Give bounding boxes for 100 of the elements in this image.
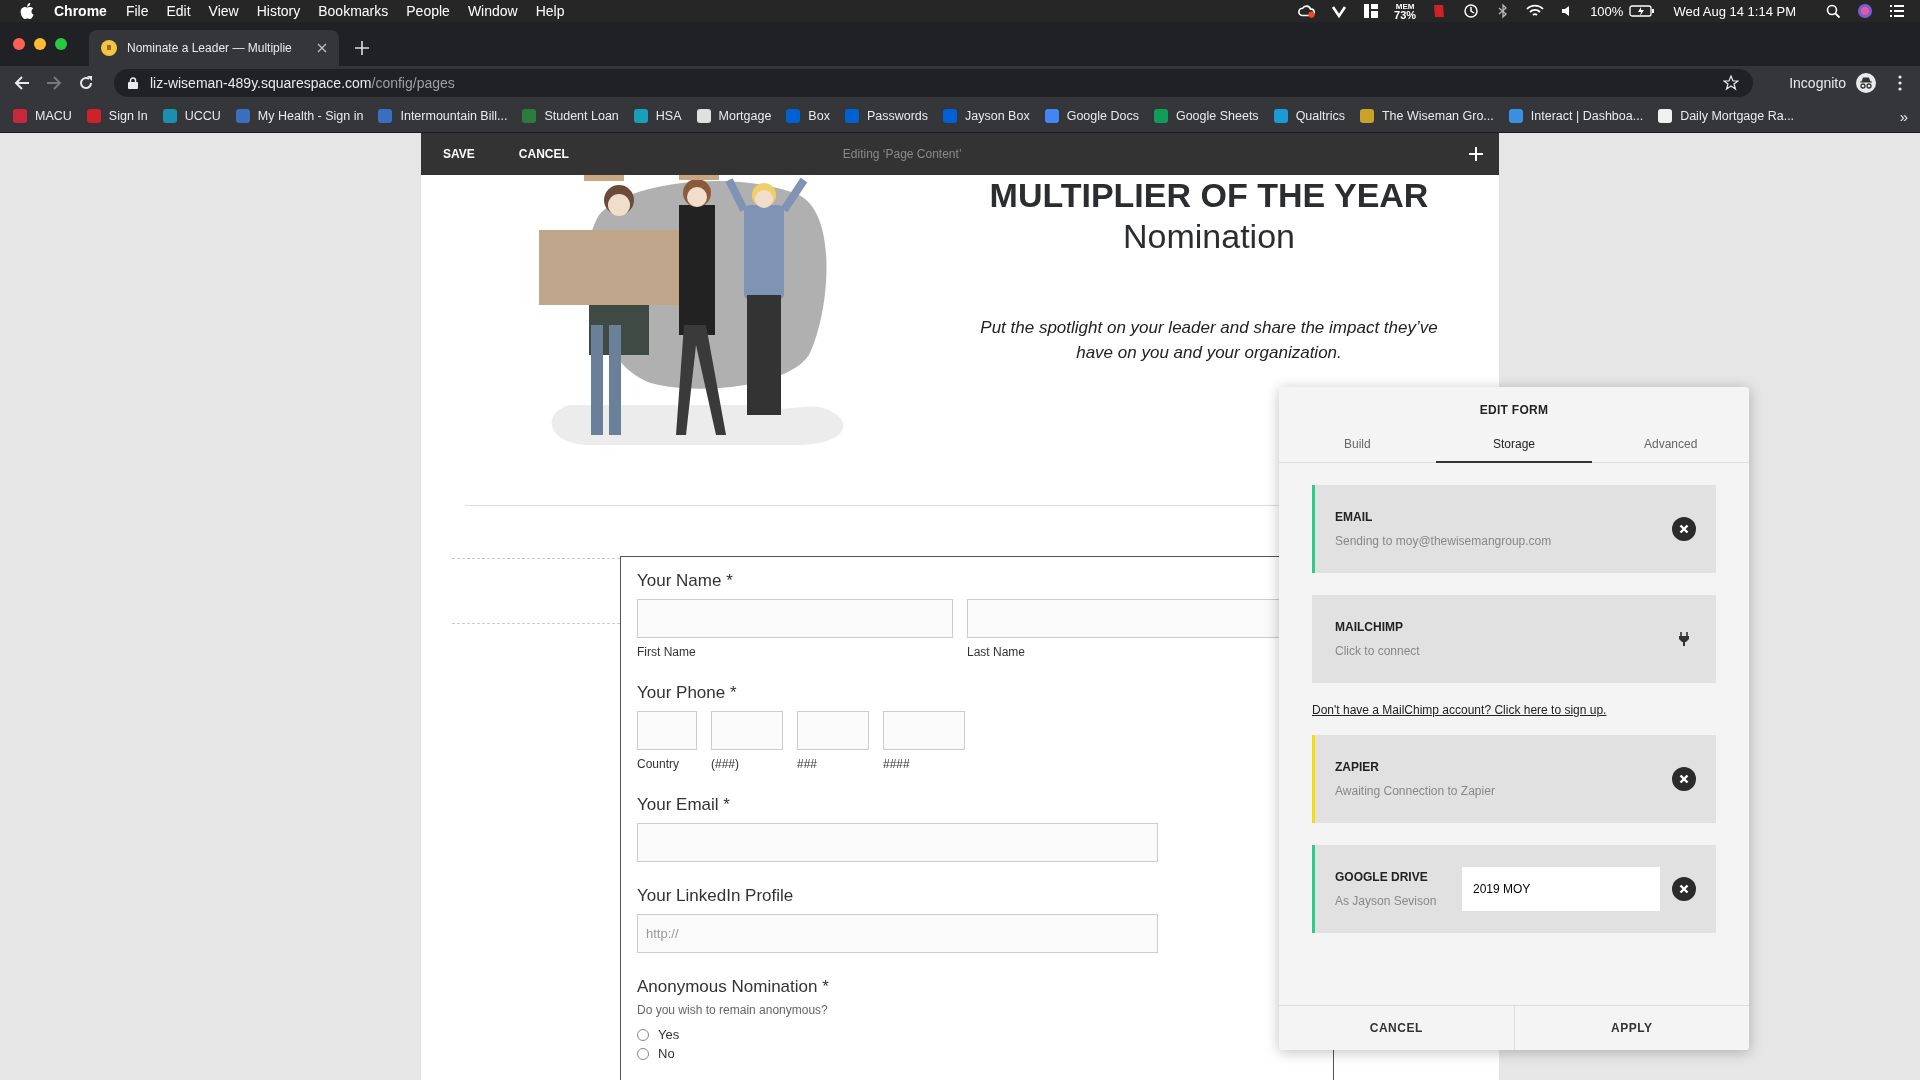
field-label: Anonymous Nomination * [637,977,830,997]
more-icon[interactable] [1898,75,1902,91]
close-icon[interactable] [317,43,327,53]
profile-label[interactable]: Incognito [1789,75,1846,91]
input-field[interactable] [637,711,697,750]
url-text: liz-wiseman-489y.squarespace.com/config/pages [150,75,455,91]
incognito-icon[interactable] [1856,73,1876,93]
service-detail: Sending to moy@thewisemangroup.com [1335,534,1553,548]
input-field[interactable] [711,711,783,750]
sheet-name-field[interactable]: 2019 MOY [1462,867,1660,911]
bookmark[interactable]: Sign In [85,108,148,124]
panel-tab[interactable]: Build [1279,429,1436,463]
cloud-icon[interactable] [1298,3,1317,19]
siri-icon[interactable] [1856,3,1874,19]
bookmark[interactable]: Student Loan [521,108,619,124]
bookmark[interactable]: Google Docs [1043,108,1139,124]
storage-card[interactable]: EMAIL Sending to moy@thewisemangroup.com [1312,485,1716,573]
editor-title: Editing ‘Page Content’ [842,147,962,161]
wifi-icon[interactable] [1526,3,1545,19]
search-icon[interactable] [1824,3,1842,19]
battery-icon[interactable] [1629,3,1656,19]
page-title: MULTIPLIER OF THE YEAR [989,175,1429,216]
bookmark[interactable]: Google Sheets [1152,108,1259,124]
close-window-icon[interactable] [13,38,25,50]
tagline: Put the spotlight on your leader and share the impact they’ve have on you and your organization. [979,316,1439,364]
browser-tab[interactable]: Nominate a Leader — Multiplie [89,30,339,66]
input-field[interactable] [637,823,1158,862]
page-subtitle: Nomination [1123,215,1295,257]
plus-icon[interactable] [1469,147,1483,161]
storage-card[interactable]: MAILCHIMP Click to connect [1312,595,1716,683]
bookmark[interactable]: Interact | Dashboa... [1507,108,1644,124]
input-field[interactable] [637,599,953,638]
panel-title: EDIT FORM [1478,403,1550,417]
input-field[interactable] [883,711,965,750]
storage-card[interactable]: GOOGLE DRIVE As Jayson Sevison 2019 MOY [1312,845,1716,933]
grid-icon[interactable] [1362,3,1381,19]
memory-indicator[interactable]: MEM 73% [1394,2,1417,20]
bookmark[interactable]: The Wiseman Gro... [1358,108,1494,124]
remove-icon[interactable] [1672,517,1696,541]
tab-title: Nominate a Leader — Multiplie [127,41,293,55]
sub-label: ### [797,757,819,771]
service-name: ZAPIER [1335,760,1380,774]
menu-item[interactable]: View [208,3,239,19]
forward-icon[interactable] [46,75,62,91]
clock[interactable]: Wed Aug 14 1:14 PM [1673,3,1796,19]
field-label: Your Name * [637,571,734,591]
address-bar[interactable]: liz-wiseman-489y.squarespace.com/config/pages [114,69,1754,97]
apply-button[interactable]: APPLY [1513,1006,1749,1050]
sub-label: (###) [711,757,740,771]
service-detail: Awaiting Connection to Zapier [1335,784,1496,798]
star-icon[interactable] [1723,75,1740,91]
sub-label: #### [883,757,911,771]
plug-icon[interactable] [1679,632,1689,646]
panel-tab[interactable]: Storage [1435,429,1593,463]
bookmark[interactable]: MACU [12,108,72,124]
bookmark[interactable]: Daily Mortgage Ra... [1657,108,1795,124]
bookmark[interactable]: Box [785,108,830,124]
menu-item[interactable]: File [125,3,149,19]
menu-item[interactable]: People [406,3,450,19]
panel-tab[interactable]: Advanced [1592,429,1749,463]
apple-icon[interactable] [20,3,34,19]
input-field[interactable]: http:// [637,914,1158,953]
field-label: Your Email * [637,795,731,815]
field-label: Your Phone * [637,683,738,703]
reload-icon[interactable] [78,75,94,91]
storage-card[interactable]: ZAPIER Awaiting Connection to Zapier [1312,735,1716,823]
service-detail: Click to connect [1335,644,1421,658]
input-field[interactable] [797,711,869,750]
remove-icon[interactable] [1672,877,1696,901]
menu-item[interactable]: Help [535,3,565,19]
app-menu[interactable]: Chrome [54,3,107,19]
bookmark[interactable]: Intermountain Bill... [377,108,508,124]
bookmark[interactable]: Jayson Box [942,108,1030,124]
new-tab-icon[interactable] [355,41,369,55]
bookmark[interactable]: Mortgage [695,108,772,124]
bookmark[interactable]: HSA [632,108,682,124]
bookmark[interactable]: My Health - Sign in [234,108,364,124]
service-name: MAILCHIMP [1335,620,1404,634]
more-bookmarks-button[interactable]: » [1899,107,1908,125]
menu-item[interactable]: Edit [166,3,191,19]
menu-item[interactable]: Window [467,3,518,19]
sub-label: Country [637,757,681,771]
battery-percent: 100% [1590,3,1624,19]
back-icon[interactable] [14,75,30,91]
signup-link[interactable]: Don't have a MailChimp account? Click here to sign up. [1312,703,1716,717]
menu-item[interactable]: History [256,3,301,19]
history-icon[interactable] [1462,3,1481,19]
bookmark[interactable]: Qualtrics [1272,108,1345,124]
list-icon[interactable] [1888,3,1906,19]
service-detail: As Jayson Sevison [1335,894,1438,908]
maximize-window-icon[interactable] [55,38,67,50]
save-button[interactable]: SAVE [443,143,475,165]
remove-icon[interactable] [1672,767,1696,791]
field-label: Your LinkedIn Profile [637,886,795,906]
sub-label: First Name [637,645,697,659]
minimize-window-icon[interactable] [34,38,46,50]
bookmark[interactable]: UCCU [161,108,221,124]
bookmark[interactable]: Passwords [843,108,929,124]
cancel-button[interactable]: CANCEL [518,143,569,165]
menu-item[interactable]: Bookmarks [318,3,389,19]
